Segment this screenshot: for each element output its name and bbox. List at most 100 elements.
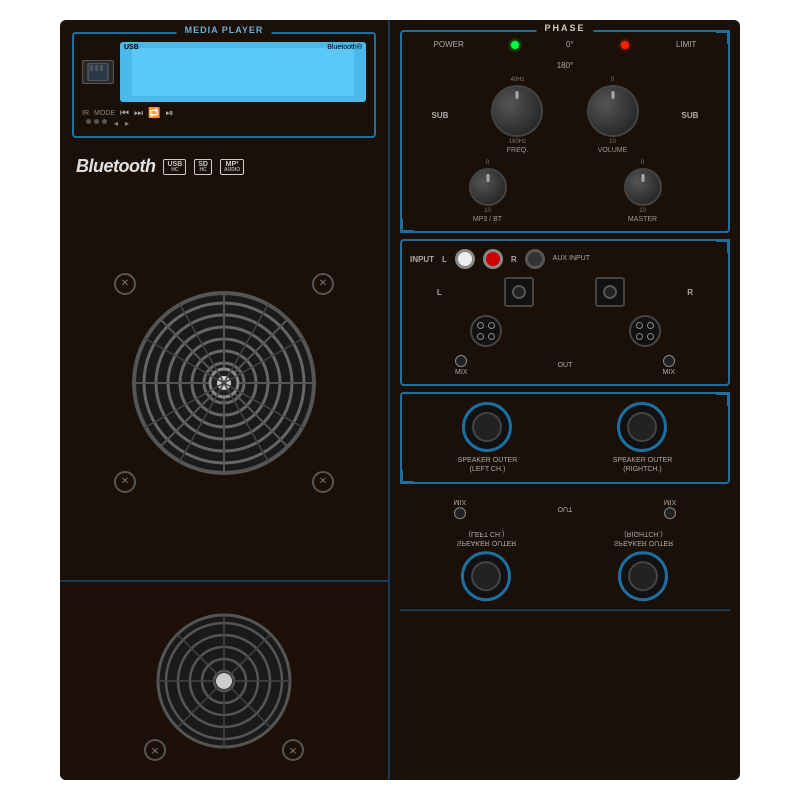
screw-bottom-tl: ✕ — [144, 739, 166, 761]
volume-knob[interactable] — [587, 85, 639, 137]
trs-r-label: R — [687, 288, 693, 297]
ir-text: IR — [82, 110, 89, 117]
screw-bottom-tr: ✕ — [282, 739, 304, 761]
fan-section: ✕ ✕ ✕ ✕ — [72, 193, 376, 572]
master-label: MASTER — [628, 216, 657, 223]
phase-section: PHASE POWER 0° LIMIT 180° SUB — [400, 30, 730, 233]
dot-3[interactable] — [102, 119, 107, 124]
mix-group-r: MIX — [662, 355, 674, 376]
xlr-jack-r[interactable] — [629, 315, 661, 347]
bt-display-label: Bluetooth® — [327, 44, 362, 51]
master-knob[interactable] — [624, 168, 662, 206]
xlr-jack-l[interactable] — [470, 315, 502, 347]
mix-circle-r[interactable] — [663, 355, 675, 367]
power-label: POWER — [434, 40, 464, 49]
play-pause-btn[interactable]: ⏯ — [165, 108, 173, 119]
mp3bt-knob[interactable] — [469, 168, 507, 206]
limit-led — [621, 41, 629, 49]
speaker-outer-label-r-bottom: SPEAKER OUTER (RIGHTCH.) — [614, 529, 674, 547]
bottom-left-section: ✕ ✕ — [60, 580, 388, 780]
speaker-outer-label-l-bottom: SPEAKER OUTER (LEFT CH.) — [457, 529, 517, 547]
aux-rca[interactable] — [525, 249, 545, 269]
screw-br: ✕ — [312, 471, 334, 493]
speaker-connector-r[interactable] — [617, 402, 667, 452]
skip-back-btn[interactable]: ⏭ — [134, 108, 143, 119]
device-panel: MEDIA PLAYER USB — [60, 20, 740, 780]
zero-label: 0° — [566, 40, 574, 49]
screw-tl: ✕ — [114, 273, 136, 295]
bottom-right-section: SPEAKER OUTER (LEFT CH.) SPEAKER OUTER (… — [400, 490, 730, 611]
freq-knob-group: 40Hz 160Hz FREQ. — [491, 77, 543, 154]
power-led — [511, 41, 519, 49]
usb-label: USB — [124, 44, 139, 51]
repeat-btn[interactable]: 🔁 — [148, 108, 160, 119]
speaker-group-l-bottom: SPEAKER OUTER (LEFT CH.) — [457, 529, 517, 601]
r-label: R — [511, 255, 517, 264]
usb-badge: USB HC — [163, 159, 186, 175]
media-left-icons — [82, 60, 114, 84]
mode-text: MODE — [94, 110, 115, 117]
mix-group-l-bottom: MIX — [454, 498, 466, 519]
master-knob-group: 0 10 MASTER — [624, 160, 662, 223]
feature-row: Bluetooth USB HC SD HC MP³ AUDIO — [60, 146, 388, 185]
vol-range-10: 10 — [609, 139, 616, 145]
out-label: OUT — [558, 362, 573, 369]
vol-down[interactable]: ◂ — [114, 119, 118, 128]
dot-1[interactable] — [86, 119, 91, 124]
prev-btn[interactable]: ⏮ — [120, 108, 129, 119]
speaker-outer-label-r: SPEAKER OUTER (RIGHTCH.) — [613, 456, 673, 474]
media-display: USB Bluetooth® — [120, 42, 366, 102]
trs-jack-l[interactable] — [504, 277, 534, 307]
vol-up[interactable]: ▸ — [125, 119, 129, 128]
sub-right-label: SUB — [682, 111, 699, 120]
freq-range-low: 40Hz — [510, 77, 524, 83]
speaker-group-r: SPEAKER OUTER (RIGHTCH.) — [613, 402, 673, 474]
freq-range-high: 160Hz — [509, 139, 526, 145]
speaker-group-l: SPEAKER OUTER (LEFT CH.) — [458, 402, 518, 474]
freq-knob[interactable] — [491, 85, 543, 137]
mix-label-r: MIX — [662, 369, 674, 376]
mix-group-l: MIX — [455, 355, 467, 376]
oneighty-label: 180° — [557, 61, 574, 70]
sub-left-label: SUB — [432, 111, 449, 120]
sd-badge: SD HC — [194, 159, 212, 175]
left-panel: MEDIA PLAYER USB — [60, 20, 390, 780]
media-display-screen — [132, 48, 353, 96]
rca-r-red[interactable] — [483, 249, 503, 269]
bluetooth-text: Bluetooth — [76, 156, 155, 177]
dot-2[interactable] — [94, 119, 99, 124]
vol-range-0: 0 — [611, 77, 614, 83]
volume-knob-group: 0 10 VOLUME — [587, 77, 639, 154]
speaker-connector-l[interactable] — [462, 402, 512, 452]
mix-circle-l[interactable] — [455, 355, 467, 367]
aux-label: AUX INPUT — [553, 255, 590, 263]
sd-card-icon — [82, 60, 114, 84]
speaker-outer-label-l: SPEAKER OUTER (LEFT CH.) — [458, 456, 518, 474]
input-section: INPUT L R AUX INPUT L — [400, 239, 730, 386]
mp3bt-knob-group: 0 10 MP3 / BT — [469, 160, 507, 223]
volume-label: VOLUME — [598, 147, 628, 154]
mp3-badge: MP³ AUDIO — [220, 159, 244, 175]
right-panel: PHASE POWER 0° LIMIT 180° SUB — [390, 20, 740, 780]
bottom-fan-grill — [154, 611, 294, 751]
mix-group-r-bottom: MIX — [664, 498, 676, 519]
screw-bl: ✕ — [114, 471, 136, 493]
input-label: INPUT — [410, 255, 434, 264]
speaker-section: SPEAKER OUTER (LEFT CH.) SPEAKER OUTER (… — [400, 392, 730, 484]
screw-tr: ✕ — [312, 273, 334, 295]
fan-grill — [129, 288, 319, 478]
mix-label-l: MIX — [455, 369, 467, 376]
media-player-section: MEDIA PLAYER USB — [72, 32, 376, 138]
rca-l-white[interactable] — [455, 249, 475, 269]
trs-l-label: L — [437, 288, 442, 297]
limit-label: LIMIT — [676, 40, 696, 49]
speaker-connector-l-bottom[interactable] — [461, 551, 511, 601]
trs-jack-r[interactable] — [595, 277, 625, 307]
speaker-group-r-bottom: SPEAKER OUTER (RIGHTCH.) — [614, 529, 674, 601]
speaker-connector-r-bottom[interactable] — [618, 551, 668, 601]
l-label: L — [442, 255, 447, 264]
mp3bt-label: MP3 / BT — [473, 216, 502, 223]
phase-title: PHASE — [536, 23, 593, 33]
freq-label: FREQ. — [507, 147, 528, 154]
device-container: MEDIA PLAYER USB — [0, 0, 800, 800]
